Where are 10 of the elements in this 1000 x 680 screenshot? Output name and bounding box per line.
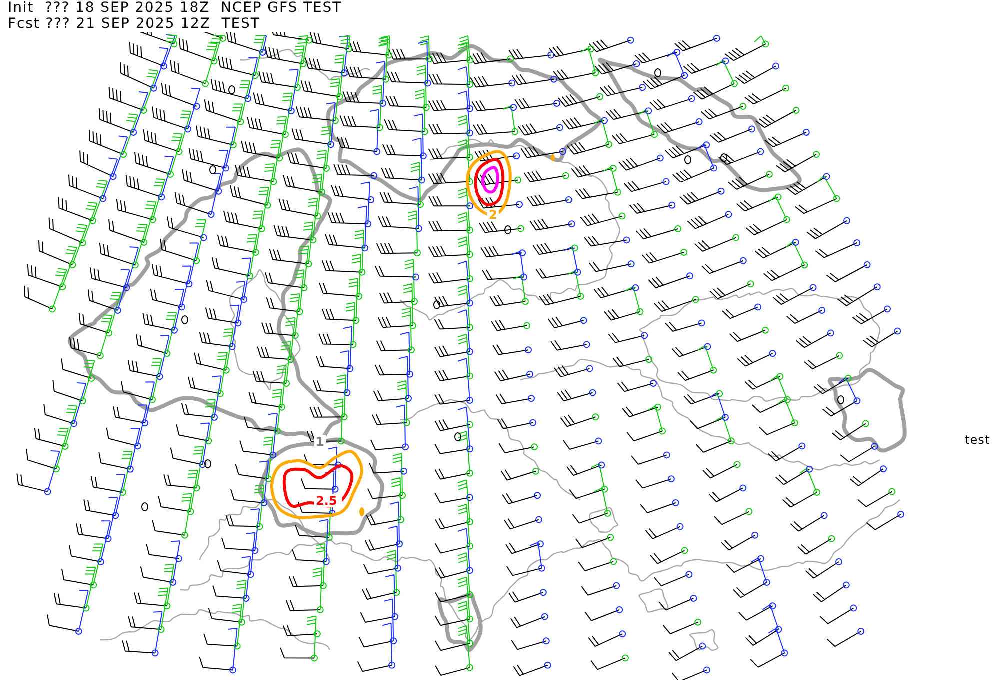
side-label: test xyxy=(965,433,990,447)
contour-label: 2 xyxy=(489,208,498,222)
header-line: Init ??? 18 SEP 2025 18Z NCEP GFS TEST xyxy=(8,0,342,16)
contour-spot xyxy=(551,154,555,162)
contour-label: 1 xyxy=(316,435,324,449)
header-line: Fcst ??? 21 SEP 2025 12Z TEST xyxy=(8,16,260,32)
contour-spot xyxy=(360,508,364,516)
contour-label: 2.5 xyxy=(316,494,338,508)
contour-line xyxy=(438,593,483,652)
contour-cluster-drawing xyxy=(466,150,512,217)
